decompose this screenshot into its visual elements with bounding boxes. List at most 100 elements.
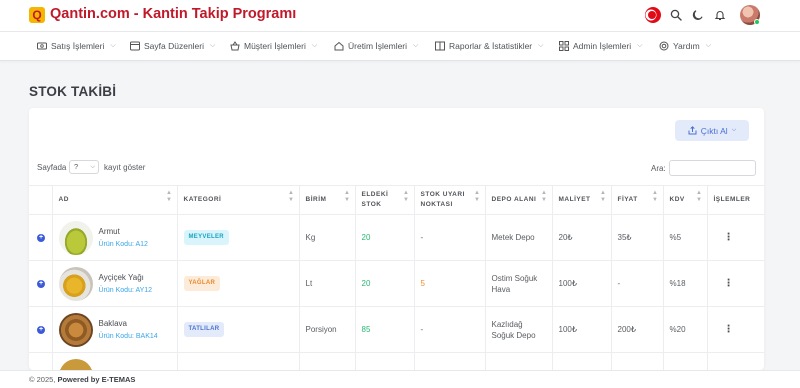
table-row[interactable]: + Baklava Ürün Kodu: BAK14 TATLILAR Porsiyon…: [29, 306, 764, 353]
table-row[interactable]: + Ayçiçek Yağı Ürün Kodu: AY12 YAĞLAR Lt 20 5 O…: [29, 260, 764, 307]
stock-table: AD ▲ ▼ KATEGORİ ▲ ▼ BİRİM ▲ ▼ ELDEKİ STOK ▲ ▼ ST…: [29, 185, 764, 370]
layout-icon: [435, 41, 445, 51]
unit-cell: [299, 352, 356, 370]
depot-cell: Metek: [485, 352, 553, 370]
column-header-stock[interactable]: ELDEKİ STOK ▲ ▼: [355, 185, 415, 215]
search-input[interactable]: [669, 160, 756, 176]
sort-icon[interactable]: ▲ ▼: [541, 190, 547, 204]
sort-icon[interactable]: ▲ ▼: [403, 190, 409, 204]
sort-icon[interactable]: ▲ ▼: [166, 190, 172, 204]
column-header-label: AD: [58, 196, 69, 203]
nav-item-customers[interactable]: Müşteri İşlemleri ⌵: [230, 41, 317, 51]
unit-cell: Porsiyon: [299, 306, 356, 353]
column-header-vat[interactable]: KDV ▲ ▼: [663, 185, 708, 215]
category-cell: MEYVELER: [177, 214, 300, 261]
column-header-actions: İŞLEMLER: [707, 185, 764, 215]
stock-cell: 20: [355, 260, 415, 307]
nav-item-reports[interactable]: Raporlar & İstatistikler ⌵: [435, 41, 543, 51]
row-actions-menu-icon[interactable]: ⋮: [707, 260, 764, 307]
nav-label: Raporlar & İstatistikler: [449, 41, 533, 51]
warn-cell: -: [414, 214, 486, 261]
column-header-category[interactable]: KATEGORİ ▲ ▼: [177, 185, 300, 215]
product-name[interactable]: Armut: [99, 226, 148, 237]
name-cell: Ayçiçek Yağı Ürün Kodu: AY12: [52, 260, 178, 307]
category-cell: TATLILAR: [177, 306, 300, 353]
nav-label: Admin İşlemleri: [573, 41, 632, 51]
column-header-depot[interactable]: DEPO ALANI ▲ ▼: [485, 185, 553, 215]
nav-item-help[interactable]: Yardım ⌵: [659, 41, 711, 51]
depot-cell: Kazlıdağ Soğuk Depo: [485, 306, 553, 353]
column-header-label: STOK UYARI NOKTASI: [420, 191, 465, 208]
product-code: Ürün Kodu: AY12: [98, 286, 153, 294]
vat-cell: %20: [663, 306, 708, 353]
nav-label: Müşteri İşlemleri: [244, 41, 306, 51]
nav-item-page-layouts[interactable]: Sayfa Düzenleri ⌵: [130, 41, 215, 51]
price-cell: 35₺: [611, 214, 664, 261]
page-title: STOK TAKİBİ: [29, 84, 117, 99]
product-image: [58, 312, 93, 347]
table-row[interactable]: + Armut Ürün Kodu: A12 MEYVELER Kg 20- Metek D…: [29, 214, 764, 261]
lifebuoy-icon: [659, 41, 669, 51]
chevron-down-icon: ⌵: [705, 42, 712, 49]
name-cell: Bal: [52, 352, 178, 370]
chevron-down-icon: ⌵: [90, 164, 95, 170]
expand-cell: +: [29, 306, 53, 353]
product-name[interactable]: Ayçiçek Yağı: [99, 272, 153, 283]
basket-icon: [230, 41, 240, 51]
unit-cell: Lt: [299, 260, 356, 307]
online-status-dot: [754, 19, 760, 25]
turkey-flag-icon[interactable]: [645, 7, 661, 23]
product-name[interactable]: Baklava: [99, 318, 158, 329]
sort-icon[interactable]: ▲ ▼: [344, 190, 350, 204]
expand-row-icon[interactable]: +: [37, 279, 45, 288]
warn-cell: -: [414, 306, 486, 353]
name-cell: Baklava Ürün Kodu: BAK14: [52, 306, 178, 353]
row-actions-menu-icon[interactable]: ⋮: [707, 352, 764, 370]
nav-item-production[interactable]: Üretim İşlemleri ⌵: [334, 41, 418, 51]
footer-brand[interactable]: Powered by E-TEMAS: [57, 375, 135, 384]
column-header-unit[interactable]: BİRİM ▲ ▼: [299, 185, 356, 215]
export-button[interactable]: Çıktı Al ⌵: [675, 120, 749, 141]
chevron-down-icon: ⌵: [413, 42, 419, 49]
app-logo[interactable]: Q: [29, 7, 45, 23]
sort-icon[interactable]: ▲ ▼: [474, 190, 480, 204]
search-icon[interactable]: [669, 8, 683, 22]
column-header-name[interactable]: AD ▲ ▼: [52, 185, 178, 215]
table-row[interactable]: +Bal Metek ⋮: [29, 352, 764, 370]
price-cell: 200₺: [611, 306, 664, 353]
footer-copyright: © 2025,: [29, 375, 58, 384]
column-header-price[interactable]: FİYAT ▲ ▼: [611, 185, 664, 215]
expand-row-icon[interactable]: +: [37, 233, 45, 242]
column-header-warn[interactable]: STOK UYARI NOKTASI ▲ ▼: [414, 185, 486, 215]
bell-icon[interactable]: [713, 8, 727, 22]
column-header-cost[interactable]: MALİYET ▲ ▼: [552, 185, 612, 215]
sort-icon[interactable]: ▲ ▼: [652, 190, 658, 204]
page-length-label: Sayfada: [37, 163, 67, 172]
unit-cell: Kg: [299, 214, 356, 261]
expand-cell: +: [29, 214, 53, 261]
page-length-select[interactable]: ? ⌵: [69, 160, 99, 174]
depot-cell: Metek Depo: [485, 214, 553, 261]
row-actions-menu-icon[interactable]: ⋮: [707, 214, 764, 261]
column-header-label: İŞLEMLER: [713, 196, 751, 203]
row-actions-menu-icon[interactable]: ⋮: [707, 306, 764, 353]
nav-item-admin[interactable]: Admin İşlemleri ⌵: [559, 41, 642, 51]
moon-icon[interactable]: [691, 8, 705, 22]
app-title[interactable]: Qantin.com - Kantin Takip Programı: [50, 6, 296, 22]
column-header-expand: [29, 185, 53, 215]
column-header-label: KATEGORİ: [183, 196, 222, 203]
page-length-value: ?: [74, 162, 79, 171]
cost-cell: 20₺: [552, 214, 612, 261]
stock-cell: 85: [355, 306, 415, 353]
sort-icon[interactable]: ▲ ▼: [600, 190, 606, 204]
sort-icon[interactable]: ▲ ▼: [288, 190, 294, 204]
top-bar: Q Qantin.com - Kantin Takip Programı: [0, 0, 800, 32]
sort-icon[interactable]: ▲ ▼: [696, 190, 702, 204]
chevron-down-icon: ⌵: [311, 42, 318, 49]
category-badge: TATLILAR: [183, 322, 225, 337]
depot-cell: Ostim Soğuk Hava: [485, 260, 553, 307]
stock-cell: 20: [355, 214, 415, 261]
expand-row-icon[interactable]: +: [37, 325, 45, 334]
window-icon: [130, 41, 140, 51]
nav-item-sales[interactable]: Satış İşlemleri ⌵: [37, 41, 116, 51]
